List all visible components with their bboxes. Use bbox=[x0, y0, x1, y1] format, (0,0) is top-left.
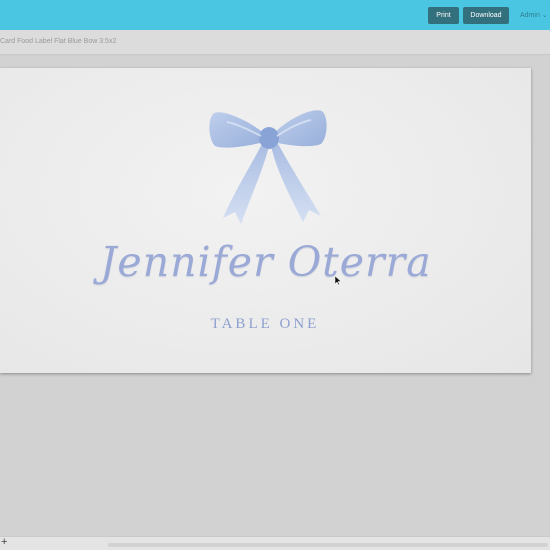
download-button[interactable]: Download bbox=[463, 7, 509, 24]
table-label[interactable]: TABLE ONE bbox=[165, 316, 365, 333]
bottom-bar: + bbox=[0, 536, 550, 550]
user-menu[interactable]: Admin ⌄ bbox=[520, 11, 548, 19]
mouse-cursor-icon bbox=[335, 276, 342, 285]
document-title: Card Food Label Flat Blue Bow 3.5x2 bbox=[0, 38, 117, 45]
top-toolbar: Print Download Admin ⌄ bbox=[0, 0, 550, 30]
print-button[interactable]: Print bbox=[428, 7, 459, 24]
guest-name[interactable]: Jennifer Oterra bbox=[100, 238, 431, 286]
bow-illustration bbox=[209, 110, 327, 224]
document-bar: Card Food Label Flat Blue Bow 3.5x2 bbox=[0, 30, 550, 55]
plus-icon[interactable]: + bbox=[1, 536, 7, 548]
horizontal-scrollbar[interactable] bbox=[108, 543, 548, 547]
